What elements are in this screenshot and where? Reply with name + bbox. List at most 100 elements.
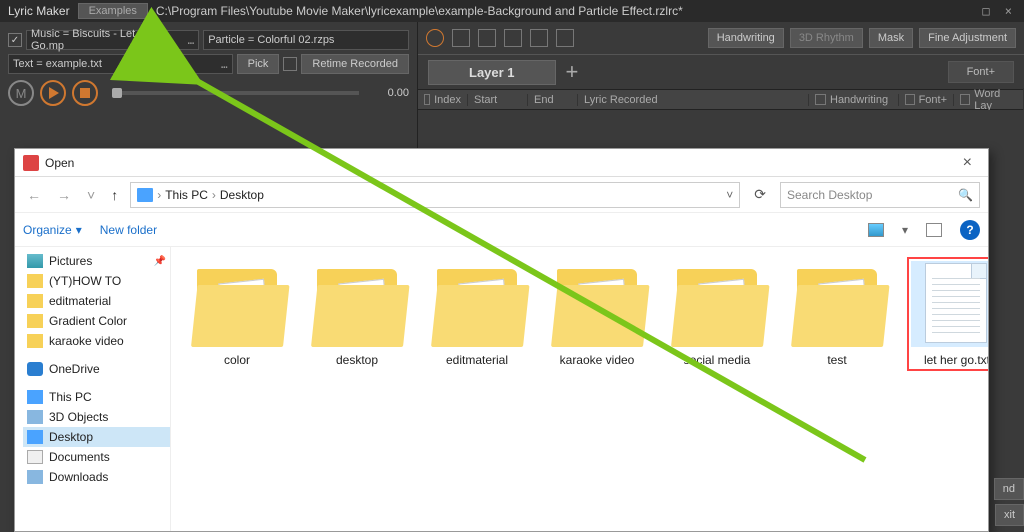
mask-button[interactable]: Mask [869,28,913,48]
monitor-icon [27,430,43,444]
side-button-1[interactable]: nd [994,478,1024,500]
header-checkbox[interactable] [815,94,826,105]
up-arrow-icon[interactable]: ↑ [107,187,122,203]
search-input[interactable]: Search Desktop 🔍 [780,182,980,208]
chevron-right-icon[interactable]: › [212,188,216,202]
file-item[interactable]: social media [671,261,763,367]
window-controls[interactable]: □ × [982,4,1024,18]
search-icon[interactable]: 🔍 [958,188,973,202]
file-item[interactable]: desktop [311,261,403,367]
dialog-toolbar: Organize ▾ New folder ▾ ? [15,213,988,247]
tree-item-label: Gradient Color [49,314,127,328]
file-list: color desktop editmaterial karaoke video soc… [171,247,988,531]
tree-item[interactable]: editmaterial [23,291,170,311]
crumb-desktop[interactable]: Desktop [220,188,264,202]
help-icon[interactable]: ? [960,220,980,240]
header-checkbox[interactable] [960,94,970,105]
refresh-icon[interactable]: ⟳ [748,186,772,203]
header-index: Index [434,94,461,106]
pics-icon [27,254,43,268]
tree-item[interactable]: OneDrive [23,359,170,379]
tree-item[interactable]: karaoke video [23,331,170,351]
file-label: let her go.txt [911,353,988,367]
record-icon[interactable] [426,29,444,47]
m-button[interactable]: M [8,80,34,106]
file-item[interactable]: color [191,261,283,367]
chevron-right-icon[interactable]: › [157,188,161,202]
file-path: C:\Program Files\Youtube Movie Maker\lyr… [156,4,982,18]
tree-item[interactable]: 3D Objects [23,407,170,427]
side-button-2[interactable]: xit [995,504,1024,526]
preview-pane-icon[interactable] [926,223,942,237]
retime-button[interactable]: Retime Recorded [301,54,409,74]
rhythm-button[interactable]: 3D Rhythm [790,28,863,48]
header-checkbox[interactable] [424,94,430,105]
tree-item[interactable]: This PC [23,387,170,407]
file-thumb-icon [791,261,883,347]
toolbar-icon[interactable] [530,29,548,47]
font-plus-button[interactable]: Font+ [948,61,1014,83]
file-label: desktop [311,353,403,367]
retime-checkbox[interactable] [283,57,297,71]
recent-dropdown-icon[interactable]: ˅ [83,187,99,203]
music-checkbox[interactable] [8,33,22,47]
ellipsis-icon[interactable]: … [188,34,195,47]
playback-slider[interactable] [112,91,359,95]
examples-button[interactable]: Examples [78,3,148,19]
file-item[interactable]: editmaterial [431,261,523,367]
dl-icon [27,470,43,484]
file-thumb-icon [191,261,283,347]
file-item[interactable]: karaoke video [551,261,643,367]
toolbar-icon[interactable] [452,29,470,47]
stop-icon [80,88,90,98]
add-layer-button[interactable]: + [566,59,579,85]
music-field[interactable]: Music = Biscuits - Let Her Go.mp … [26,30,199,50]
particle-field[interactable]: Particle = Colorful 02.rzps [203,30,409,50]
view-mode-icon[interactable] [868,223,884,237]
time-readout: 0.00 [373,87,409,99]
layer-label[interactable]: Layer 1 [428,60,556,85]
tree-item[interactable]: Downloads [23,467,170,487]
fine-adjust-button[interactable]: Fine Adjustment [919,28,1016,48]
box-icon [27,410,43,424]
forward-arrow-icon[interactable]: → [53,187,75,203]
title-bar: Lyric Maker Examples C:\Program Files\Yo… [0,0,1024,22]
tree-item[interactable]: Documents [23,447,170,467]
header-end: End [534,94,554,106]
play-button[interactable] [40,80,66,106]
header-checkbox[interactable] [905,94,915,105]
header-handwriting: Handwriting [830,94,888,106]
close-button[interactable]: × [955,154,980,172]
crumb-pc[interactable]: This PC [165,188,208,202]
open-dialog: Open × ← → ˅ ↑ › This PC › Desktop ˅ ⟳ S… [14,148,989,532]
back-arrow-icon[interactable]: ← [23,187,45,203]
folder-icon [27,334,43,348]
toolbar-icon[interactable] [478,29,496,47]
tree-item-label: Pictures [49,254,92,268]
dialog-title-bar: Open × [15,149,988,177]
file-thumb-icon [911,261,988,347]
organize-button[interactable]: Organize ▾ [23,223,82,237]
new-folder-button[interactable]: New folder [100,223,157,237]
text-field[interactable]: Text = example.txt … [8,54,233,74]
pick-button[interactable]: Pick [237,54,280,74]
tree-item[interactable]: Pictures 📌 [23,251,170,271]
tree-item[interactable]: Desktop [23,427,170,447]
tree-item[interactable]: Gradient Color [23,311,170,331]
stop-button[interactable] [72,80,98,106]
dialog-icon [23,155,39,171]
file-thumb-icon [671,261,763,347]
handwriting-button[interactable]: Handwriting [708,28,784,48]
toolbar-icon[interactable] [504,29,522,47]
pin-icon: 📌 [154,256,166,267]
toolbar-icon[interactable] [556,29,574,47]
file-item[interactable]: let her go.txt [911,261,988,367]
ellipsis-icon[interactable]: … [221,58,228,71]
file-item[interactable]: test [791,261,883,367]
chevron-down-icon[interactable]: ▾ [902,223,908,237]
slider-thumb[interactable] [112,88,122,98]
tree-item[interactable]: (YT)HOW TO [23,271,170,291]
app-title: Lyric Maker [0,4,78,18]
breadcrumb[interactable]: › This PC › Desktop ˅ [130,182,740,208]
chevron-down-icon[interactable]: ˅ [726,188,733,202]
